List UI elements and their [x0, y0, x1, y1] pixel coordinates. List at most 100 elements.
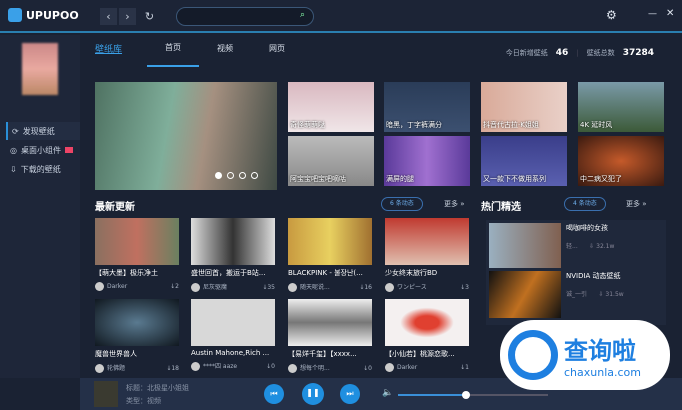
wallpaper-card[interactable]: 魔兽世界兽人 轮佛题 ↓18 [95, 299, 179, 373]
featured-thumb[interactable]: 4K 延时风 [578, 82, 664, 132]
hot-author: 诚_一引 [566, 291, 588, 298]
latest-section-title: 最新更新 [95, 202, 135, 213]
card-thumbnail [288, 218, 372, 265]
card-author: ワンピース [397, 284, 427, 291]
card-thumbnail [191, 299, 275, 346]
card-title: 【易烊千玺】【xxxx... [288, 350, 357, 358]
new-badge [64, 147, 73, 153]
card-title: 少女终末旅行BD [385, 269, 438, 277]
volume-icon[interactable]: 🔈 [382, 388, 393, 398]
next-button[interactable]: ⏭ [340, 384, 360, 404]
forward-button[interactable]: › [119, 8, 136, 25]
card-downloads: ↓35 [262, 283, 275, 291]
settings-icon[interactable]: ⚙ [606, 8, 617, 22]
card-title: BLACKPINK - 불장난(... [288, 269, 363, 277]
latest-refresh-button[interactable]: 6 条动态 [381, 197, 423, 211]
hot-section-title: 热门精选 [481, 202, 521, 213]
featured-thumb[interactable]: 抖音代古拉·K姐姐 [481, 82, 567, 132]
hot-item[interactable]: NVIDIA 动态壁纸 诚_一引 ⇩ 31.5w [486, 268, 666, 325]
wallpaper-card[interactable]: 【小仙若】桃源恋歌... Darker ↓1 [385, 299, 469, 372]
card-author: 随天呢说... [300, 284, 330, 291]
refresh-button[interactable]: ↻ [141, 8, 158, 25]
tab-video[interactable]: 视频 [199, 43, 251, 66]
card-thumbnail [95, 299, 179, 346]
pause-button[interactable]: ❚❚ [302, 383, 324, 405]
wallpaper-library-link[interactable]: 壁纸库 [95, 42, 122, 67]
search-icon[interactable]: ⌕ [300, 10, 305, 20]
total-value: 37284 [622, 48, 654, 58]
card-author: Darker [107, 283, 128, 290]
card-thumbnail [288, 299, 372, 346]
sidebar-item-discover[interactable]: ⟳ 发现壁纸 [6, 122, 80, 140]
nav-tabs: 壁纸库 首页 视频 网页 [95, 42, 303, 67]
wallpaper-card[interactable]: 【易烊千玺】【xxxx... 想每个明... ↓0 [288, 299, 372, 373]
wallpaper-card[interactable]: BLACKPINK - 불장난(... 随天呢说... ↓16 [288, 218, 372, 292]
sidebar-item-widgets[interactable]: ◎ 桌面小组件 [6, 141, 80, 159]
hot-more-link[interactable]: 更多 » [626, 199, 647, 209]
minimize-button[interactable]: — [648, 9, 657, 19]
card-downloads: ↓1 [460, 364, 469, 371]
divider: | [576, 49, 579, 57]
carousel-dot[interactable] [251, 172, 258, 179]
wallpaper-card[interactable]: 【萌大墨】极乐净土 Darker ↓2 [95, 218, 179, 291]
back-button[interactable]: ‹ [100, 8, 117, 25]
sidebar-item-label: 发现壁纸 [22, 126, 55, 136]
sidebar-item-downloads[interactable]: ⇩ 下载的壁纸 [6, 160, 80, 178]
card-author: 想每个明... [300, 365, 330, 372]
volume-knob[interactable] [461, 391, 470, 399]
hot-refresh-button[interactable]: 4 条动态 [564, 197, 606, 211]
card-downloads: ↓16 [359, 283, 372, 291]
featured-thumb[interactable]: 奇怪萌萌哒 [288, 82, 374, 132]
hot-count: 31.5w [605, 291, 624, 298]
hot-author: 轻... [566, 243, 578, 250]
app-logo: UPUPOO [8, 8, 79, 22]
author-avatar [288, 364, 297, 373]
card-title: Austin Mahone,Rich ... [191, 349, 270, 357]
card-title: 盛世回首，搬运于B站... [191, 269, 266, 277]
thumb-title: 满屏的腿 [386, 175, 414, 183]
author-avatar [191, 362, 200, 371]
wallpaper-card[interactable]: 少女终末旅行BD ワンピース ↓3 [385, 218, 469, 292]
thumb-title: 4K 延时风 [580, 121, 613, 129]
logo-icon [8, 8, 22, 22]
featured-thumb[interactable]: 满屏的腿 [384, 136, 470, 186]
author-avatar [288, 283, 297, 292]
card-downloads: ↓18 [166, 364, 179, 372]
featured-thumb[interactable]: 中二病又犯了 [578, 136, 664, 186]
search-input[interactable]: ⌕ [176, 7, 314, 26]
card-author: 轮佛题 [107, 365, 126, 372]
wallpaper-card[interactable]: 盛世回首，搬运于B站... 尼灰驱魔 ↓35 [191, 218, 275, 292]
carousel-dot[interactable] [227, 172, 234, 179]
card-author: ****四 aaze [203, 363, 238, 370]
featured-thumb[interactable]: 又一款下不做用系列 [481, 136, 567, 186]
thumb-title: 又一款下不做用系列 [483, 175, 546, 183]
card-thumbnail [385, 299, 469, 346]
card-author: 尼灰驱魔 [203, 284, 228, 291]
search-logo-icon [508, 330, 558, 380]
carousel-dots [215, 172, 258, 179]
author-avatar [95, 364, 104, 373]
watermark-text: 查询啦 [564, 337, 636, 365]
hot-thumbnail [489, 271, 561, 318]
tab-web[interactable]: 网页 [251, 43, 303, 66]
card-thumbnail [95, 218, 179, 265]
avatar[interactable] [22, 43, 58, 95]
tab-home[interactable]: 首页 [147, 42, 200, 67]
wallpaper-card[interactable]: Austin Mahone,Rich ... ****四 aaze ↓0 [191, 299, 275, 371]
author-avatar [385, 283, 394, 292]
latest-more-link[interactable]: 更多 » [444, 199, 465, 209]
carousel-dot[interactable] [239, 172, 246, 179]
previous-button[interactable]: ⏮ [264, 384, 284, 404]
carousel-dot[interactable] [215, 172, 222, 179]
hot-title: 喝咖啡的女孩 [566, 224, 608, 232]
sidebar: ⟳ 发现壁纸 ◎ 桌面小组件 ⇩ 下载的壁纸 [0, 35, 80, 378]
volume-slider[interactable] [398, 391, 548, 399]
hot-count: 32.1w [596, 243, 615, 250]
featured-thumb[interactable]: 暗黑，丁字裤满分 [384, 82, 470, 132]
card-downloads: ↓0 [363, 364, 372, 372]
widget-icon: ◎ [10, 145, 17, 155]
thumb-title: 奇怪萌萌哒 [290, 121, 325, 129]
close-button[interactable]: ✕ [666, 8, 674, 19]
card-author: Darker [397, 364, 418, 371]
featured-thumb[interactable]: 阿宝宝吧宝吧嘀咕 [288, 136, 374, 186]
